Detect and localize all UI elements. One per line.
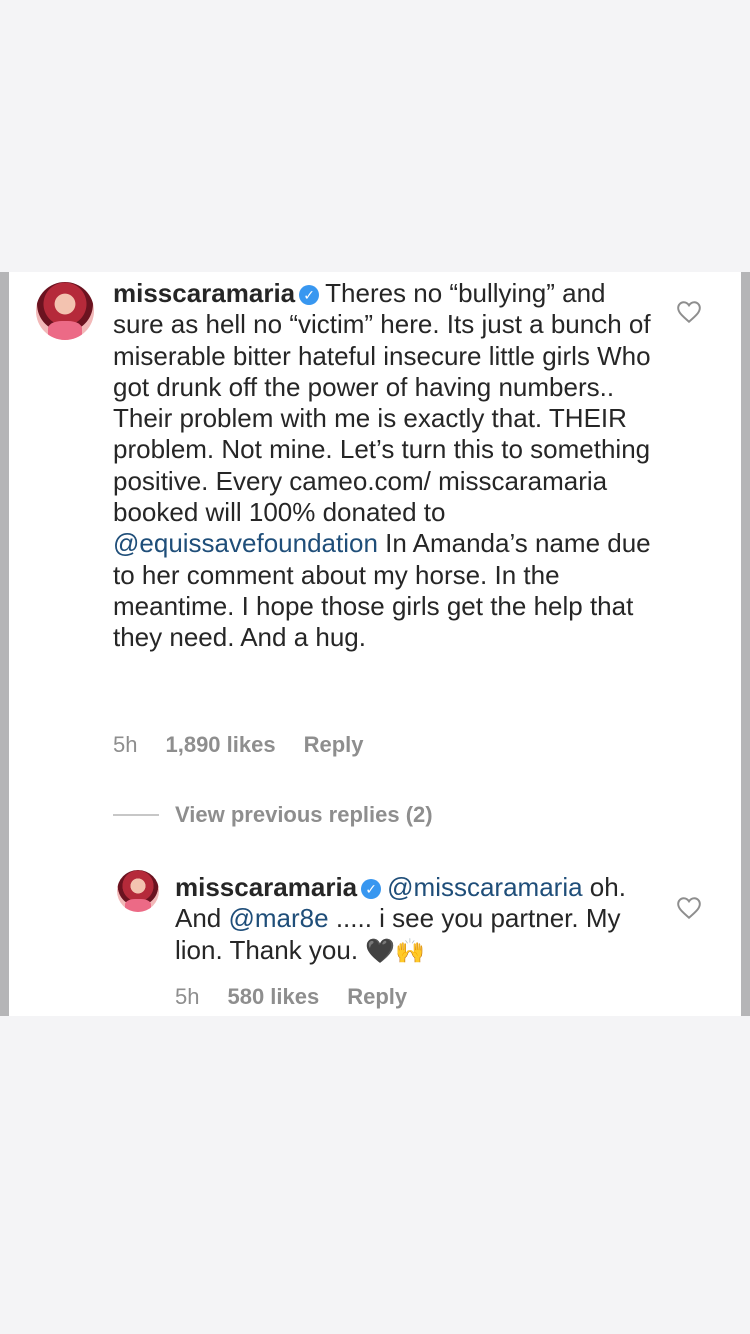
comment-username[interactable]: misscaramaria	[113, 278, 295, 308]
reply-reply-button[interactable]: Reply	[347, 984, 407, 1009]
verified-badge-icon: ✓	[361, 879, 382, 899]
comment-reply-button[interactable]: Reply	[304, 732, 364, 757]
comment-text-part-1: Theres no “bullying” and sure as hell no…	[113, 278, 651, 528]
reply-time: 5h	[175, 984, 200, 1009]
comment-meta: 5h 1,890 likes Reply	[113, 732, 392, 758]
view-previous-replies-label: View previous replies (2)	[175, 802, 433, 827]
like-heart-icon[interactable]	[676, 895, 702, 921]
comment-body: misscaramaria ✓ Theres no “bullying” and s…	[113, 278, 653, 654]
comment-likes[interactable]: 1,890 likes	[165, 732, 275, 757]
avatar[interactable]	[36, 282, 94, 340]
raising-hands-icon: 🙌	[395, 937, 426, 965]
view-previous-replies[interactable]: View previous replies (2)	[113, 802, 433, 828]
black-heart-icon: 🖤	[365, 937, 396, 965]
reply-likes[interactable]: 580 likes	[227, 984, 319, 1009]
reply-username[interactable]: misscaramaria	[175, 872, 357, 902]
verified-badge-icon: ✓	[299, 285, 320, 305]
comment-mention[interactable]: @equissavefoundation	[113, 528, 378, 558]
like-heart-icon[interactable]	[676, 299, 702, 325]
comment-card: misscaramaria ✓ Theres no “bullying” and s…	[0, 272, 750, 1016]
avatar[interactable]	[117, 870, 159, 912]
reply-meta: 5h 580 likes Reply	[175, 984, 435, 1010]
reply-body: misscaramaria ✓ @misscaramaria oh. And @ma…	[175, 872, 655, 967]
divider-line	[113, 814, 159, 816]
comment-time: 5h	[113, 732, 138, 757]
reply-mention-1[interactable]: @misscaramaria	[387, 872, 582, 902]
reply-mention-2[interactable]: @mar8e	[229, 903, 329, 933]
